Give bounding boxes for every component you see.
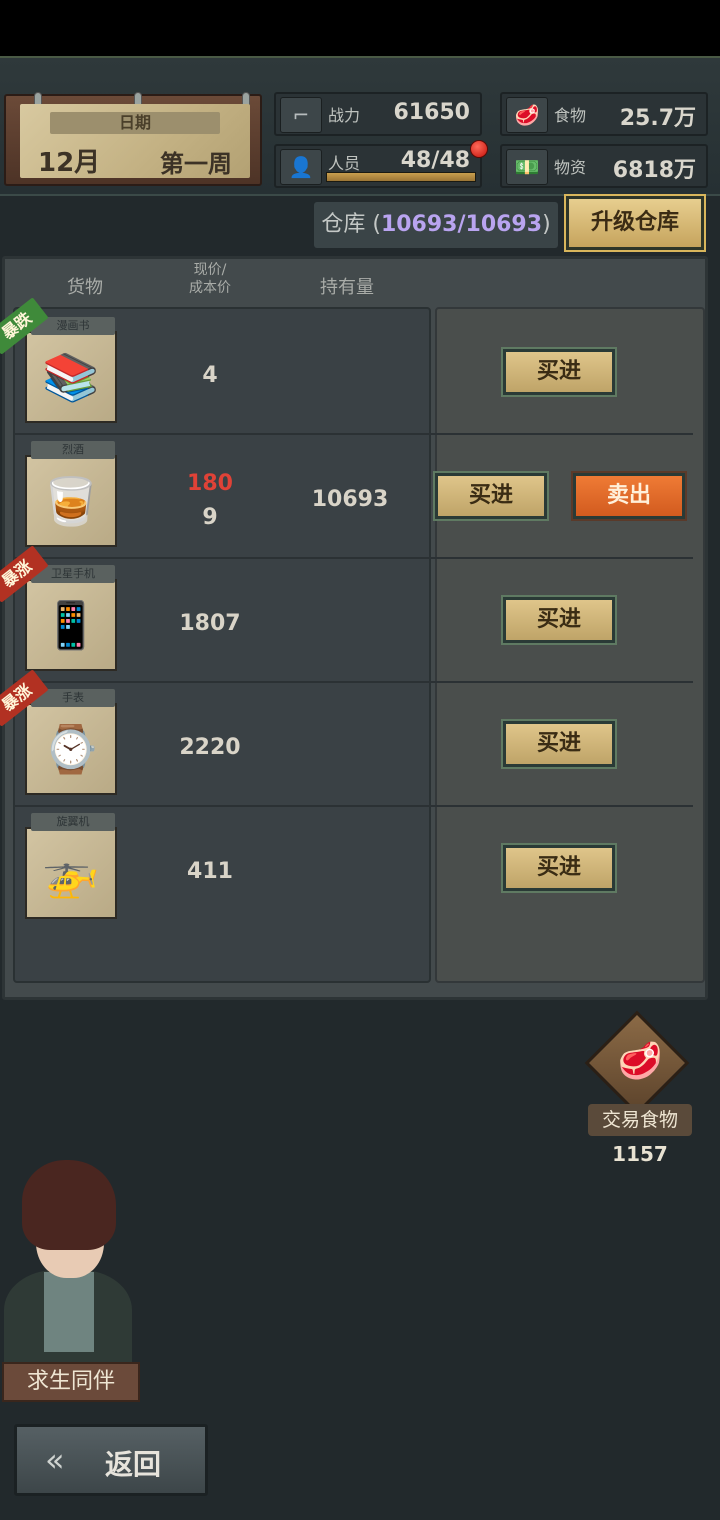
goods-caption: 旋翼机: [31, 813, 115, 831]
status-bar: [0, 0, 720, 56]
stat-people-label: 人员: [328, 154, 361, 173]
companion-shirt: [44, 1272, 94, 1352]
buy-button[interactable]: 买进: [435, 473, 547, 519]
date-paper: 日期 12月 第一周: [20, 104, 250, 178]
stat-people[interactable]: 👤 人员 48/48: [274, 140, 488, 188]
stat-power-value: 61650: [393, 100, 470, 125]
warehouse-open-paren: (: [372, 212, 381, 237]
trade-panel: 货物 现价/ 成本价 持有量 漫画书 📚 暴跌 4 买进 烈酒 🥃 180 9 10693 买进 卖出…: [0, 256, 708, 1000]
goods-thumbnail[interactable]: 漫画书 📚: [25, 317, 117, 423]
stat-food[interactable]: 🥩 食物 25.7万: [500, 92, 708, 136]
header-price: 现价/ 成本价: [160, 261, 260, 297]
trade-food-count: 1157: [612, 1142, 668, 1166]
current-price: 2220: [179, 735, 241, 760]
buy-button[interactable]: 买进: [503, 597, 615, 643]
companion-hair: [22, 1160, 116, 1250]
stat-food-value: 25.7万: [619, 106, 696, 131]
goods-caption: 烈酒: [31, 441, 115, 459]
goods-thumbnail[interactable]: 手表 ⌚: [25, 689, 117, 795]
goods-thumbnail[interactable]: 烈酒 🥃: [25, 441, 117, 547]
current-price: 180: [187, 471, 233, 496]
comic-book-icon: 📚: [42, 349, 100, 404]
person-icon: 👤: [280, 149, 322, 185]
stat-supplies[interactable]: 💵 物资 6818万: [500, 144, 708, 188]
companion-label: 求生同伴: [2, 1362, 140, 1402]
header-holding: 持有量: [320, 277, 374, 298]
companion-button[interactable]: 求生同伴: [0, 1160, 140, 1402]
buy-button[interactable]: 买进: [503, 349, 615, 395]
double-left-arrow-icon: «: [45, 1441, 65, 1479]
warehouse-capacity: 仓库 (10693/10693): [314, 202, 558, 248]
table-row: 手表 ⌚ 暴涨 2220 买进: [0, 669, 705, 807]
meat-cash-icon: 🥩: [617, 1041, 663, 1082]
stat-people-value: 48/48: [400, 148, 470, 173]
sell-button[interactable]: 卖出: [573, 473, 685, 519]
date-card: 日期 12月 第一周: [4, 92, 262, 186]
table-row: 卫星手机 📱 暴涨 1807 买进: [0, 545, 705, 683]
header-price-top: 现价/: [193, 262, 227, 278]
goods-thumbnail[interactable]: 旋翼机 🚁: [25, 813, 117, 919]
trade-food-label: 交易食物: [588, 1104, 692, 1136]
stat-power[interactable]: ⌐ 战力 61650: [274, 92, 482, 136]
table-row: 烈酒 🥃 180 9 10693 买进 卖出: [5, 435, 705, 559]
buy-button[interactable]: 买进: [503, 845, 615, 891]
warehouse-capacity-value: 10693/10693: [380, 212, 543, 237]
holding-amount: 10693: [311, 487, 389, 512]
gun-icon: ⌐: [280, 97, 322, 133]
upgrade-warehouse-button[interactable]: 升级仓库: [566, 196, 704, 250]
header-price-bottom: 成本价: [189, 280, 231, 296]
warehouse-close-paren: ): [542, 212, 551, 237]
cost-price: 9: [202, 505, 218, 530]
people-bar-fill: [327, 173, 475, 181]
trade-food-button[interactable]: 🥩 交易食物 1157: [584, 1010, 692, 1166]
buy-button[interactable]: 买进: [503, 721, 615, 767]
meat-icon: 🥩: [506, 97, 548, 133]
back-button[interactable]: « 返回: [14, 1424, 208, 1496]
current-price: 411: [187, 859, 233, 884]
whiskey-bottle-icon: 🥃: [42, 473, 100, 528]
stat-power-label: 战力: [328, 106, 361, 125]
warehouse-label: 仓库: [321, 212, 366, 237]
cash-icon: 💵: [506, 149, 548, 185]
people-bar: [326, 172, 476, 182]
date-label: 日期: [50, 112, 220, 134]
stat-supplies-label: 物资: [554, 158, 587, 177]
table-row: 漫画书 📚 暴跌 4 买进: [0, 297, 705, 435]
table-row: 旋翼机 🚁 411 买进: [5, 807, 705, 931]
current-price: 4: [202, 363, 218, 388]
goods-thumbnail[interactable]: 卫星手机 📱: [25, 565, 117, 671]
header-goods: 货物: [67, 277, 103, 298]
stat-supplies-value: 6818万: [612, 158, 696, 183]
date-month: 12月: [38, 148, 101, 178]
satellite-phone-icon: 📱: [42, 597, 100, 652]
stat-food-label: 食物: [554, 106, 587, 125]
current-price: 1807: [179, 611, 241, 636]
back-label: 返回: [105, 1448, 162, 1481]
notification-dot: [470, 140, 488, 158]
gyrocopter-icon: 🚁: [42, 845, 100, 900]
wristwatch-icon: ⌚: [42, 721, 100, 776]
date-week: 第一周: [160, 150, 232, 178]
